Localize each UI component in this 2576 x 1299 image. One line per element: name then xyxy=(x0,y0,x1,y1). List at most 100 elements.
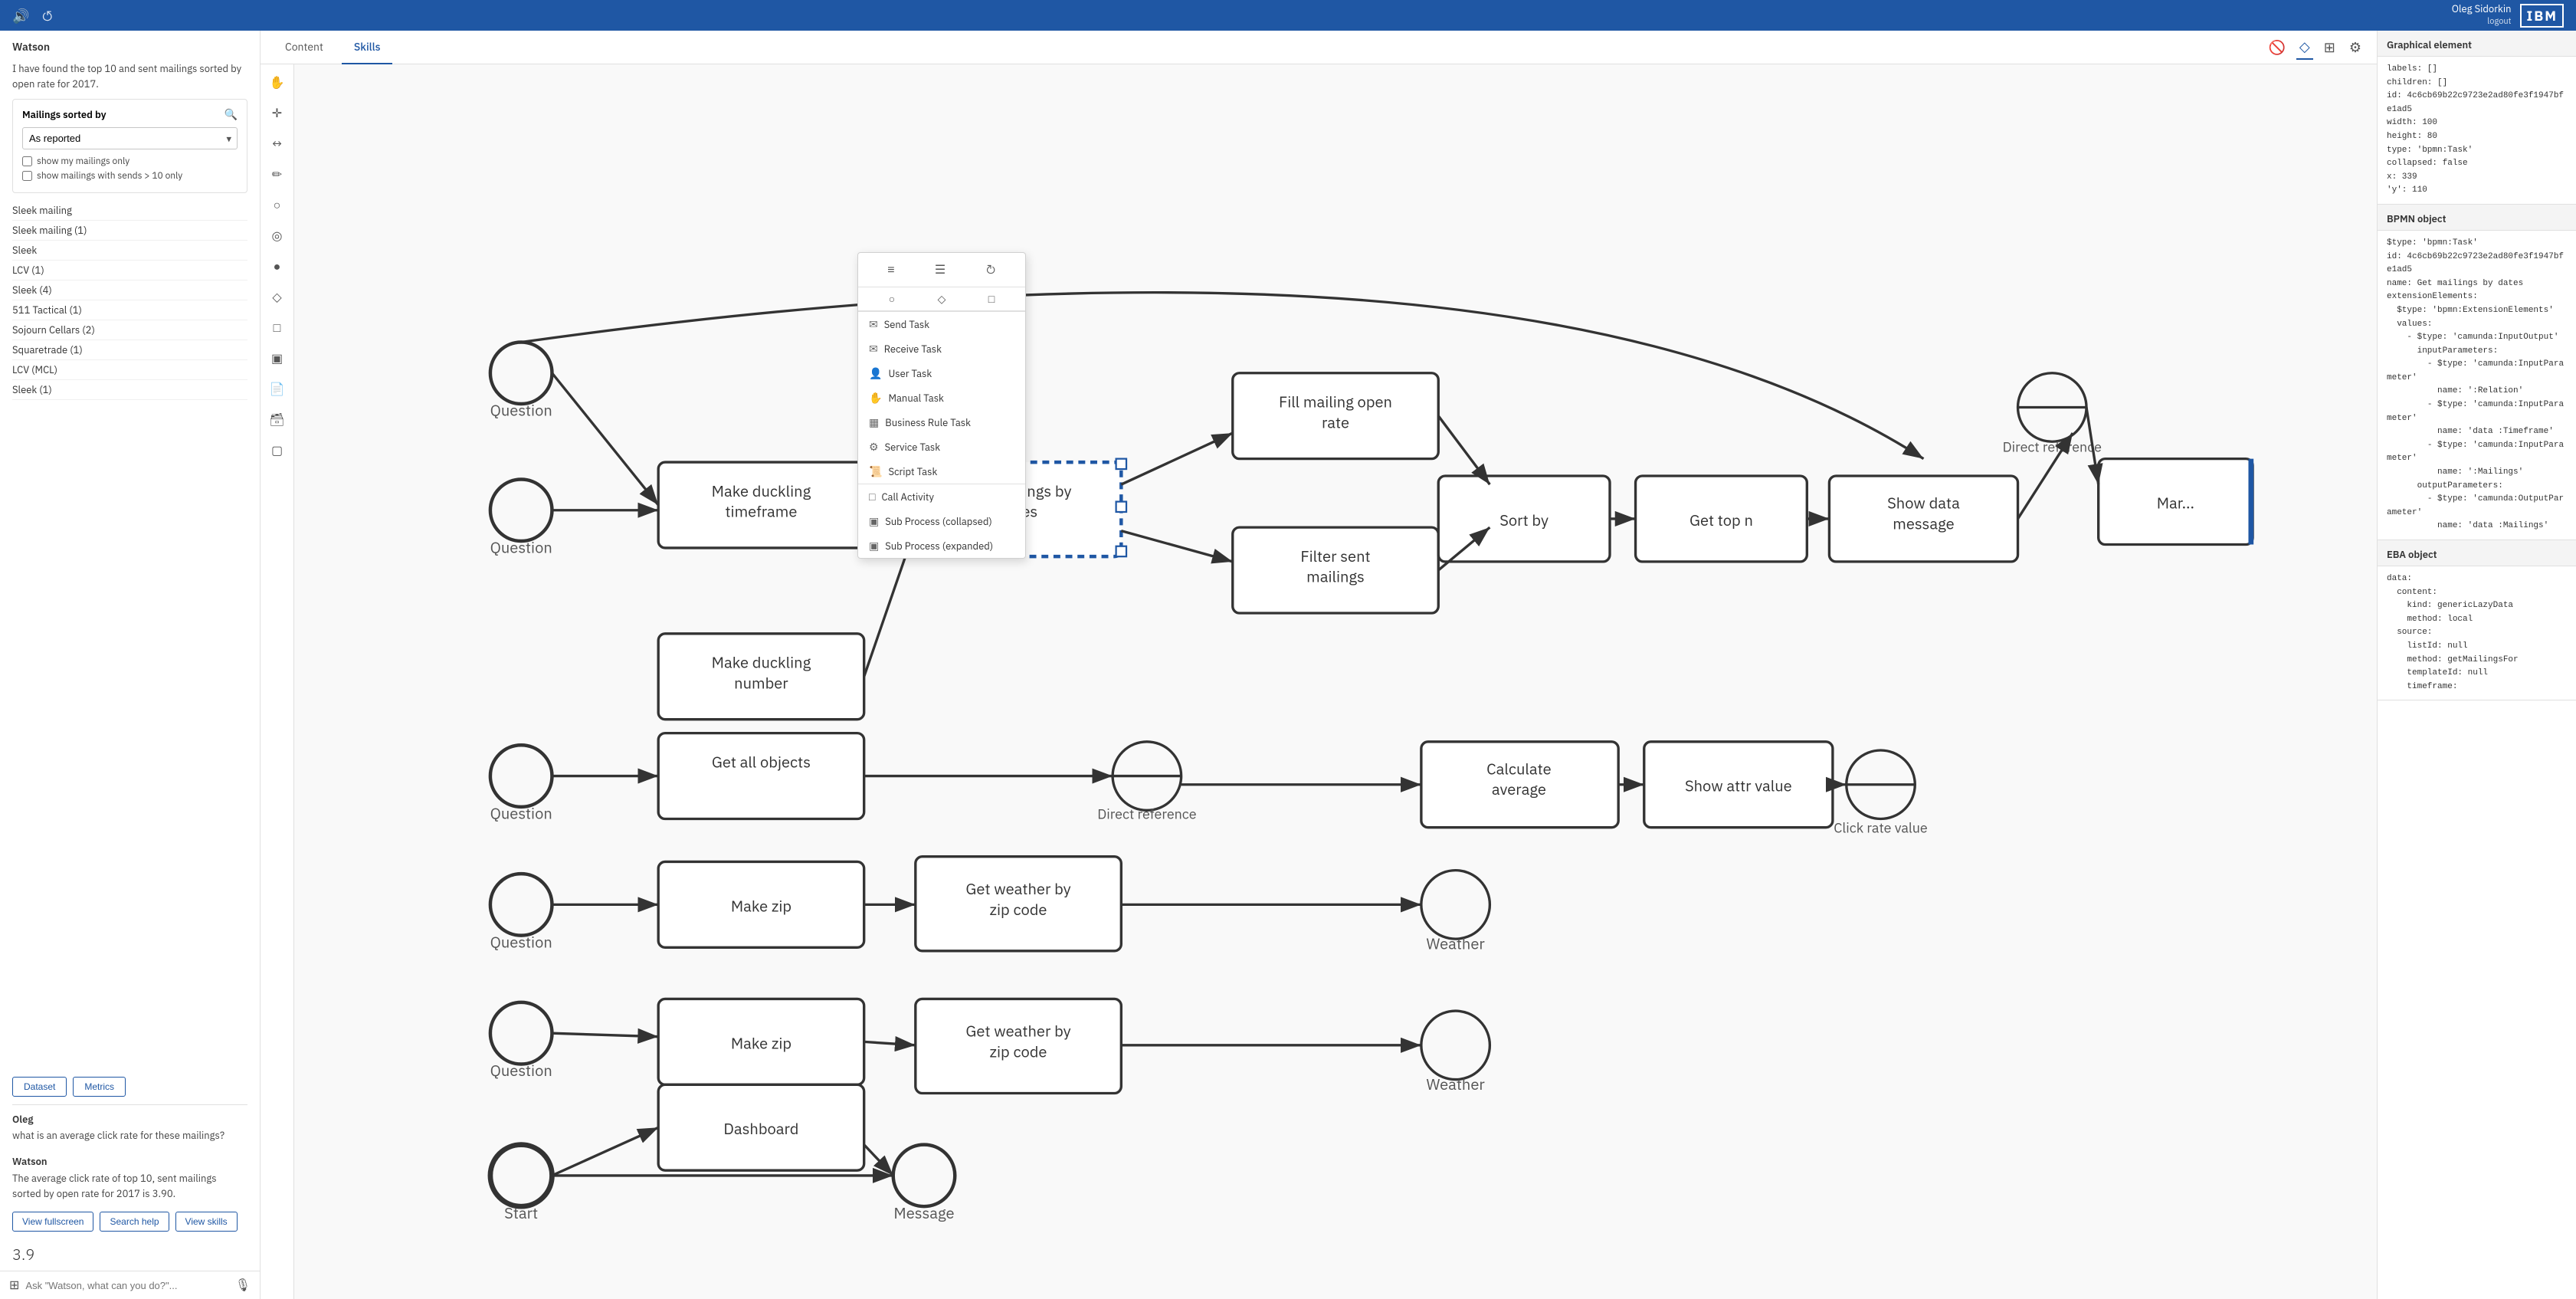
list-item[interactable]: Sleek mailing (1) xyxy=(12,221,247,241)
list-item[interactable]: Sojourn Cellars (2) xyxy=(12,320,247,340)
metrics-button[interactable]: Metrics xyxy=(73,1077,126,1097)
watson2-section: Watson The average click rate of top 10,… xyxy=(0,1147,260,1212)
svg-text:Direct reference: Direct reference xyxy=(2003,438,2102,456)
ibm-logo: IBM xyxy=(2520,4,2564,28)
ctx-call-activity[interactable]: □ Call Activity xyxy=(858,484,1025,509)
ctx-loop-icon[interactable]: ↻ xyxy=(983,259,999,280)
svg-text:zip code: zip code xyxy=(990,1041,1047,1062)
mailings-select[interactable]: As reported Open rate Click rate Date xyxy=(22,127,238,149)
svg-text:Get weather by: Get weather by xyxy=(965,878,1070,899)
ctx-script-task[interactable]: 📜 Script Task xyxy=(858,459,1025,484)
question-circle-2[interactable] xyxy=(490,479,552,541)
ctx-service-task[interactable]: ⚙ Service Task xyxy=(858,435,1025,459)
share-icon[interactable]: ⚙ xyxy=(2346,35,2365,59)
mailings-select-wrapper: As reported Open rate Click rate Date ▾ xyxy=(22,127,238,149)
watson2-response: The average click rate of top 10, sent m… xyxy=(12,1171,247,1201)
palette-arrows-icon[interactable]: ↔ xyxy=(265,132,290,156)
palette-grid-square-icon[interactable]: ▣ xyxy=(265,346,290,371)
mailing-list: Sleek mailing Sleek mailing (1) Sleek LC… xyxy=(0,201,260,1069)
list-item[interactable]: Sleek xyxy=(12,241,247,261)
canvas-tabs-bar: Content Skills 🚫 ◇ ⊞ ⚙ xyxy=(261,31,2377,64)
list-item[interactable]: LCV (1) xyxy=(12,261,247,280)
speaker-icon[interactable]: 🔊 xyxy=(12,7,29,25)
sub-process-expanded-icon: ▣ xyxy=(869,539,879,553)
main-layout: Watson I have found the top 10 and sent … xyxy=(0,31,2576,1299)
list-item[interactable]: Sleek mailing xyxy=(12,201,247,221)
ctx-sub-process-expanded[interactable]: ▣ Sub Process (expanded) xyxy=(858,533,1025,558)
palette-circle-filled-icon[interactable]: ● xyxy=(265,254,290,279)
view-fullscreen-button[interactable]: View fullscreen xyxy=(12,1212,93,1232)
palette-circle-thick-icon[interactable]: ◎ xyxy=(265,224,290,248)
palette-db-icon[interactable]: 🗃 xyxy=(265,408,290,432)
grid-icon[interactable]: ⊞ xyxy=(2321,35,2338,59)
ctx-sub-process-collapsed[interactable]: ▣ Sub Process (collapsed) xyxy=(858,509,1025,533)
ctx-diamond-shape[interactable]: ◇ xyxy=(938,292,946,306)
list-item[interactable]: LCV (MCL) xyxy=(12,360,247,380)
microphone-icon[interactable]: 🎙 xyxy=(235,1278,251,1293)
oleg-question: what is an average click rate for these … xyxy=(12,1129,247,1143)
ctx-sub-expanded-label: Sub Process (expanded) xyxy=(885,540,993,553)
ctx-circle-shape[interactable]: ○ xyxy=(889,292,895,306)
ctx-user-task[interactable]: 👤 User Task xyxy=(858,361,1025,385)
weather2-circle[interactable] xyxy=(1421,1011,1490,1080)
user-name: Oleg Sidorkin xyxy=(2452,3,2512,16)
search-help-button[interactable]: Search help xyxy=(100,1212,169,1232)
tab-skills[interactable]: Skills xyxy=(342,31,393,64)
ctx-manual-task-label: Manual Task xyxy=(888,392,943,405)
list-item[interactable]: Sleek (4) xyxy=(12,280,247,300)
header: 🔊 ↺ Oleg Sidorkin logout IBM xyxy=(0,0,2576,31)
refresh-icon[interactable]: ↺ xyxy=(41,7,53,25)
chat-input-bar: ⊞ 🎙 xyxy=(0,1271,260,1299)
dataset-button[interactable]: Dataset xyxy=(12,1077,67,1097)
svg-text:mailings: mailings xyxy=(1306,566,1365,587)
ctx-columns-icon[interactable]: ≡ xyxy=(884,259,897,280)
ctx-service-task-label: Service Task xyxy=(885,441,941,454)
ctx-business-rule-task[interactable]: ▦ Business Rule Task xyxy=(858,410,1025,435)
show-mailings-sends-checkbox[interactable] xyxy=(22,171,32,181)
ban-icon[interactable]: 🚫 xyxy=(2266,35,2289,59)
question-circle-5[interactable] xyxy=(490,1002,552,1064)
svg-text:message: message xyxy=(1893,513,1954,533)
ctx-business-rule-label: Business Rule Task xyxy=(885,416,971,429)
question-circle-1[interactable] xyxy=(490,342,552,404)
question-circle-3[interactable] xyxy=(490,745,552,807)
palette-doc-icon[interactable]: 📄 xyxy=(265,377,290,402)
ctx-align-icon[interactable]: ☰ xyxy=(932,259,949,280)
tab-list: Content Skills xyxy=(273,31,398,64)
tab-content[interactable]: Content xyxy=(273,31,336,64)
show-my-mailings-checkbox[interactable] xyxy=(22,156,32,166)
weather1-circle[interactable] xyxy=(1421,871,1490,940)
svg-text:Show attr value: Show attr value xyxy=(1685,776,1792,796)
palette-empty-square-icon[interactable]: ▢ xyxy=(265,438,290,463)
palette-circle-icon[interactable]: ○ xyxy=(265,193,290,218)
ctx-square-shape[interactable]: □ xyxy=(988,292,995,306)
diamond-icon[interactable]: ◇ xyxy=(2296,34,2313,60)
get-all-objects-node[interactable] xyxy=(658,733,864,819)
start-circle[interactable] xyxy=(490,1145,552,1207)
list-item[interactable]: Squaretrade (1) xyxy=(12,340,247,360)
ctx-send-task[interactable]: ✉ Send Task xyxy=(858,312,1025,336)
svg-text:Show data: Show data xyxy=(1887,493,1960,513)
show-my-mailings-label: show my mailings only xyxy=(37,156,129,167)
left-palette: ✋ ✛ ↔ ✏ ○ ◎ ● ◇ □ ▣ 📄 🗃 ▢ xyxy=(261,64,294,1299)
chat-input[interactable] xyxy=(25,1280,228,1291)
question-circle-4[interactable] xyxy=(490,874,552,936)
header-right: Oleg Sidorkin logout IBM xyxy=(2452,3,2564,27)
palette-diamond-icon[interactable]: ◇ xyxy=(265,285,290,310)
list-item[interactable]: Sleek (1) xyxy=(12,380,247,400)
svg-diagram: Question Question Question Question Ques… xyxy=(294,64,2377,1299)
palette-square-icon[interactable]: □ xyxy=(265,316,290,340)
ctx-receive-task[interactable]: ✉ Receive Task xyxy=(858,336,1025,361)
chat-grid-icon[interactable]: ⊞ xyxy=(9,1278,19,1293)
oleg-name: Oleg xyxy=(12,1113,247,1126)
palette-plus-icon[interactable]: ✛ xyxy=(265,101,290,126)
mailings-search-icon[interactable]: 🔍 xyxy=(224,107,238,121)
list-item[interactable]: 511 Tactical (1) xyxy=(12,300,247,320)
message-circle[interactable] xyxy=(893,1145,955,1207)
user-logout[interactable]: logout xyxy=(2452,16,2512,27)
ctx-manual-task[interactable]: ✋ Manual Task xyxy=(858,385,1025,410)
view-skills-button[interactable]: View skills xyxy=(175,1212,238,1232)
svg-text:Weather: Weather xyxy=(1426,933,1485,954)
palette-hand-icon[interactable]: ✋ xyxy=(265,71,290,95)
palette-edit-icon[interactable]: ✏ xyxy=(265,162,290,187)
